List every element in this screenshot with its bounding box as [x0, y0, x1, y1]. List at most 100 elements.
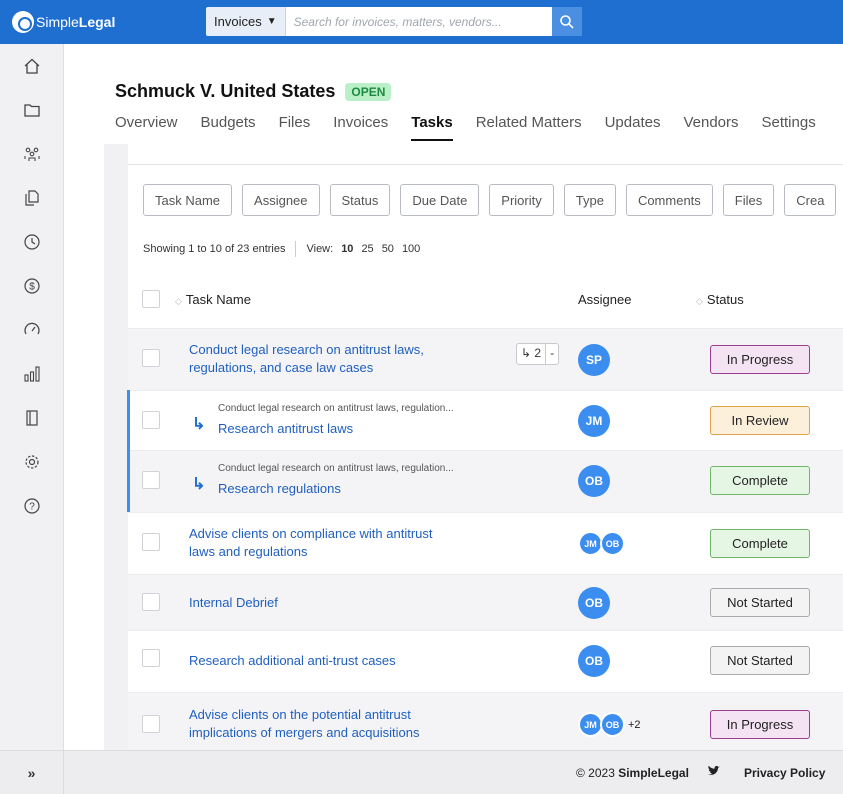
sidebar-item-library[interactable] — [0, 396, 64, 440]
task-name-link[interactable]: Conduct legal research on antitrust laws… — [189, 341, 424, 377]
table-row: Advise clients on the potential antitrus… — [128, 692, 843, 750]
column-filter-type[interactable]: Type — [563, 184, 616, 216]
tab-settings[interactable]: Settings — [762, 114, 816, 141]
status-badge[interactable]: Complete — [710, 529, 810, 558]
column-filter-due-date[interactable]: Due Date — [400, 184, 480, 216]
search-type-dropdown[interactable]: Invoices ▼ — [206, 7, 286, 36]
collapse-subtasks-button[interactable]: - — [546, 344, 558, 364]
more-assignees-count[interactable]: +2 — [628, 719, 641, 731]
column-filter-status[interactable]: Status — [329, 184, 391, 216]
gear-icon — [25, 455, 39, 469]
app-logo[interactable]: SimpleLegal — [12, 11, 115, 33]
row-checkbox[interactable] — [142, 411, 160, 429]
sidebar-item-documents[interactable] — [0, 176, 64, 220]
top-bar: SimpleLegal Invoices ▼ — [0, 0, 843, 44]
row-checkbox[interactable] — [142, 349, 160, 367]
select-all-checkbox[interactable] — [142, 290, 160, 308]
sidebar-item-home[interactable] — [0, 44, 64, 88]
main-content: Schmuck V. United States OPEN Overview B… — [64, 44, 843, 750]
task-name-link[interactable]: Advise clients on the potential antitrus… — [189, 706, 420, 742]
search-button[interactable] — [551, 7, 582, 36]
avatar[interactable]: OB — [600, 712, 625, 737]
table-header: ◇ Task Name Assignee ◇ Status — [128, 284, 843, 324]
assignee-avatars: OB — [578, 645, 610, 677]
status-badge[interactable]: In Progress — [710, 345, 810, 374]
table-row: Conduct legal research on antitrust laws… — [128, 328, 843, 390]
row-checkbox[interactable] — [142, 533, 160, 551]
privacy-policy-link[interactable]: Privacy Policy — [744, 766, 825, 780]
expand-sidebar-button[interactable]: » — [0, 751, 64, 794]
status-badge[interactable]: Not Started — [710, 588, 810, 617]
clock-icon — [24, 234, 40, 250]
assignee-avatars: SP — [578, 344, 610, 376]
sidebar-item-vendors[interactable] — [0, 132, 64, 176]
task-name-link[interactable]: Research additional anti-trust cases — [189, 652, 396, 670]
avatar[interactable]: OB — [578, 587, 610, 619]
page-size-option-100[interactable]: 100 — [402, 243, 420, 255]
column-filter-comments[interactable]: Comments — [625, 184, 713, 216]
table-row-subtask: Conduct legal research on antitrust laws… — [128, 450, 843, 512]
table-row-subtask: Conduct legal research on antitrust laws… — [128, 390, 843, 450]
page-size-option-10[interactable]: 10 — [341, 243, 353, 255]
task-name-link[interactable]: Internal Debrief — [189, 594, 278, 612]
tab-overview[interactable]: Overview — [115, 114, 178, 141]
header-assignee[interactable]: Assignee — [578, 292, 631, 307]
status-badge[interactable]: In Review — [710, 406, 810, 435]
sidebar-item-reports[interactable] — [0, 352, 64, 396]
subtask-count: ↳ 2 — [517, 344, 547, 364]
sidebar-item-time[interactable] — [0, 220, 64, 264]
tab-invoices[interactable]: Invoices — [333, 114, 388, 141]
matter-tabs: Overview Budgets Files Invoices Tasks Re… — [115, 114, 839, 141]
tab-related-matters[interactable]: Related Matters — [476, 114, 582, 141]
status-badge[interactable]: Not Started — [710, 646, 810, 675]
bar-chart-icon — [24, 366, 40, 382]
avatar[interactable]: OB — [578, 645, 610, 677]
table-row: Research additional anti-trust cases OB … — [128, 630, 843, 692]
tab-budgets[interactable]: Budgets — [201, 114, 256, 141]
column-filter-assignee[interactable]: Assignee — [242, 184, 320, 216]
avatar[interactable]: JM — [578, 405, 610, 437]
status-badge[interactable]: In Progress — [710, 710, 810, 739]
page-size-option-50[interactable]: 50 — [382, 243, 394, 255]
chevron-down-icon: ▼ — [266, 16, 277, 27]
tab-vendors[interactable]: Vendors — [683, 114, 738, 141]
row-checkbox[interactable] — [142, 715, 160, 733]
twitter-icon[interactable] — [707, 765, 721, 780]
tab-updates[interactable]: Updates — [605, 114, 661, 141]
sidebar-item-matters[interactable] — [0, 88, 64, 132]
subtask-toggle[interactable]: ↳ 2 - — [516, 343, 560, 365]
tasks-panel: Task Name Assignee Status Due Date Prior… — [127, 144, 843, 750]
search-input[interactable] — [285, 7, 552, 36]
svg-text:$: $ — [29, 282, 35, 293]
row-checkbox[interactable] — [142, 471, 160, 489]
sidebar-item-invoices[interactable]: $ — [0, 264, 64, 308]
sidebar-item-help[interactable]: ? — [0, 484, 64, 528]
assignee-avatars: JM OB — [578, 531, 625, 556]
column-filter-files[interactable]: Files — [722, 184, 775, 216]
column-filter-created[interactable]: Crea — [784, 184, 837, 216]
avatar[interactable]: OB — [578, 465, 610, 497]
column-filter-priority[interactable]: Priority — [489, 184, 554, 216]
copyright: © 2023 SimpleLegal — [576, 766, 689, 780]
assignee-avatars: JM OB +2 — [578, 712, 641, 737]
column-filter-bar: Task Name Assignee Status Due Date Prior… — [143, 184, 843, 216]
header-status[interactable]: ◇ Status — [696, 292, 744, 307]
header-task-name[interactable]: ◇ Task Name — [175, 292, 251, 307]
pagination-info: Showing 1 to 10 of 23 entries View: 10 2… — [143, 241, 420, 257]
avatar[interactable]: SP — [578, 344, 610, 376]
sidebar-item-dashboard[interactable] — [0, 308, 64, 352]
task-name-link[interactable]: Advise clients on compliance with antitr… — [189, 525, 433, 561]
row-checkbox[interactable] — [142, 649, 160, 667]
footer: » © 2023 SimpleLegal Privacy Policy — [0, 750, 843, 794]
row-checkbox[interactable] — [142, 593, 160, 611]
search-type-label: Invoices — [214, 14, 262, 29]
sidebar-item-settings[interactable] — [0, 440, 64, 484]
page-size-option-25[interactable]: 25 — [361, 243, 373, 255]
column-filter-task-name[interactable]: Task Name — [143, 184, 233, 216]
tab-tasks[interactable]: Tasks — [411, 114, 453, 141]
avatar[interactable]: OB — [600, 531, 625, 556]
task-name-link[interactable]: Research antitrust laws — [218, 421, 353, 436]
tab-files[interactable]: Files — [279, 114, 311, 141]
task-name-link[interactable]: Research regulations — [218, 481, 341, 496]
status-badge[interactable]: Complete — [710, 466, 810, 495]
